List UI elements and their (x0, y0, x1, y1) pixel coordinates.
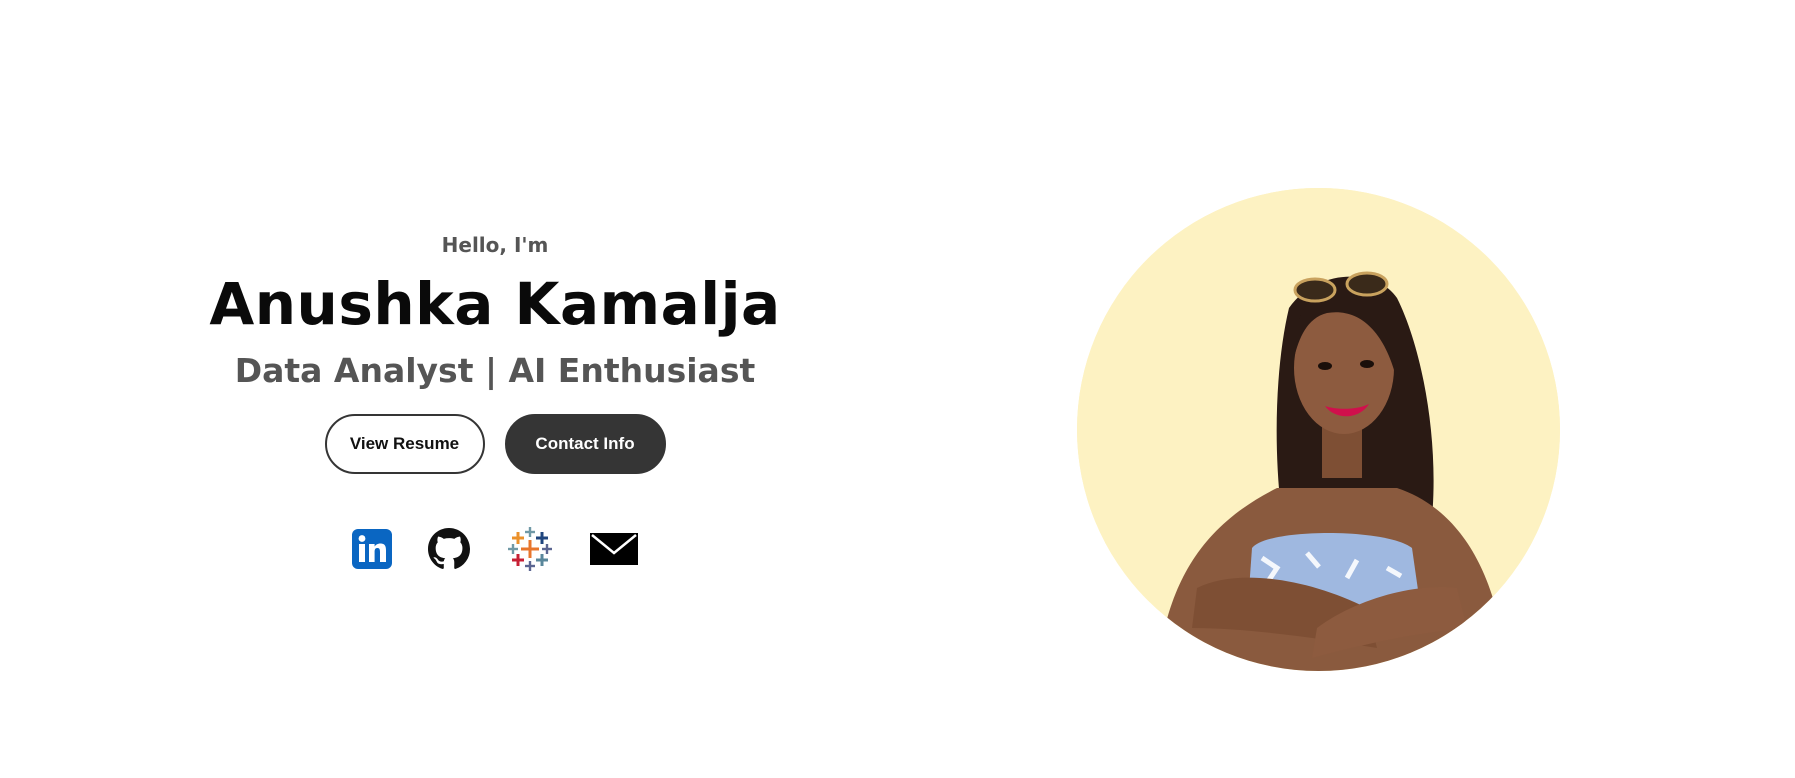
linkedin-icon (352, 529, 392, 569)
tableau-link[interactable] (506, 525, 554, 573)
contact-info-button[interactable]: Contact Info (504, 414, 666, 474)
profile-name: Anushka Kamalja (209, 270, 781, 338)
hero-section: Hello, I'm Anushka Kamalja Data Analyst … (0, 0, 1795, 778)
button-group: View Resume Contact Info (180, 414, 810, 474)
tableau-icon (508, 527, 552, 571)
view-resume-button[interactable]: View Resume (324, 414, 485, 474)
person-photo-illustration (1077, 188, 1560, 671)
linkedin-link[interactable] (352, 529, 392, 569)
profile-role: Data Analyst | AI Enthusiast (234, 351, 756, 390)
github-icon (428, 528, 470, 569)
email-icon (590, 533, 638, 565)
social-links (180, 524, 810, 574)
github-link[interactable] (428, 528, 470, 570)
greeting-text: Hello, I'm (441, 233, 549, 257)
email-link[interactable] (590, 533, 638, 565)
intro-block: Hello, I'm Anushka Kamalja Data Analyst … (180, 230, 810, 574)
profile-photo (1077, 188, 1560, 671)
